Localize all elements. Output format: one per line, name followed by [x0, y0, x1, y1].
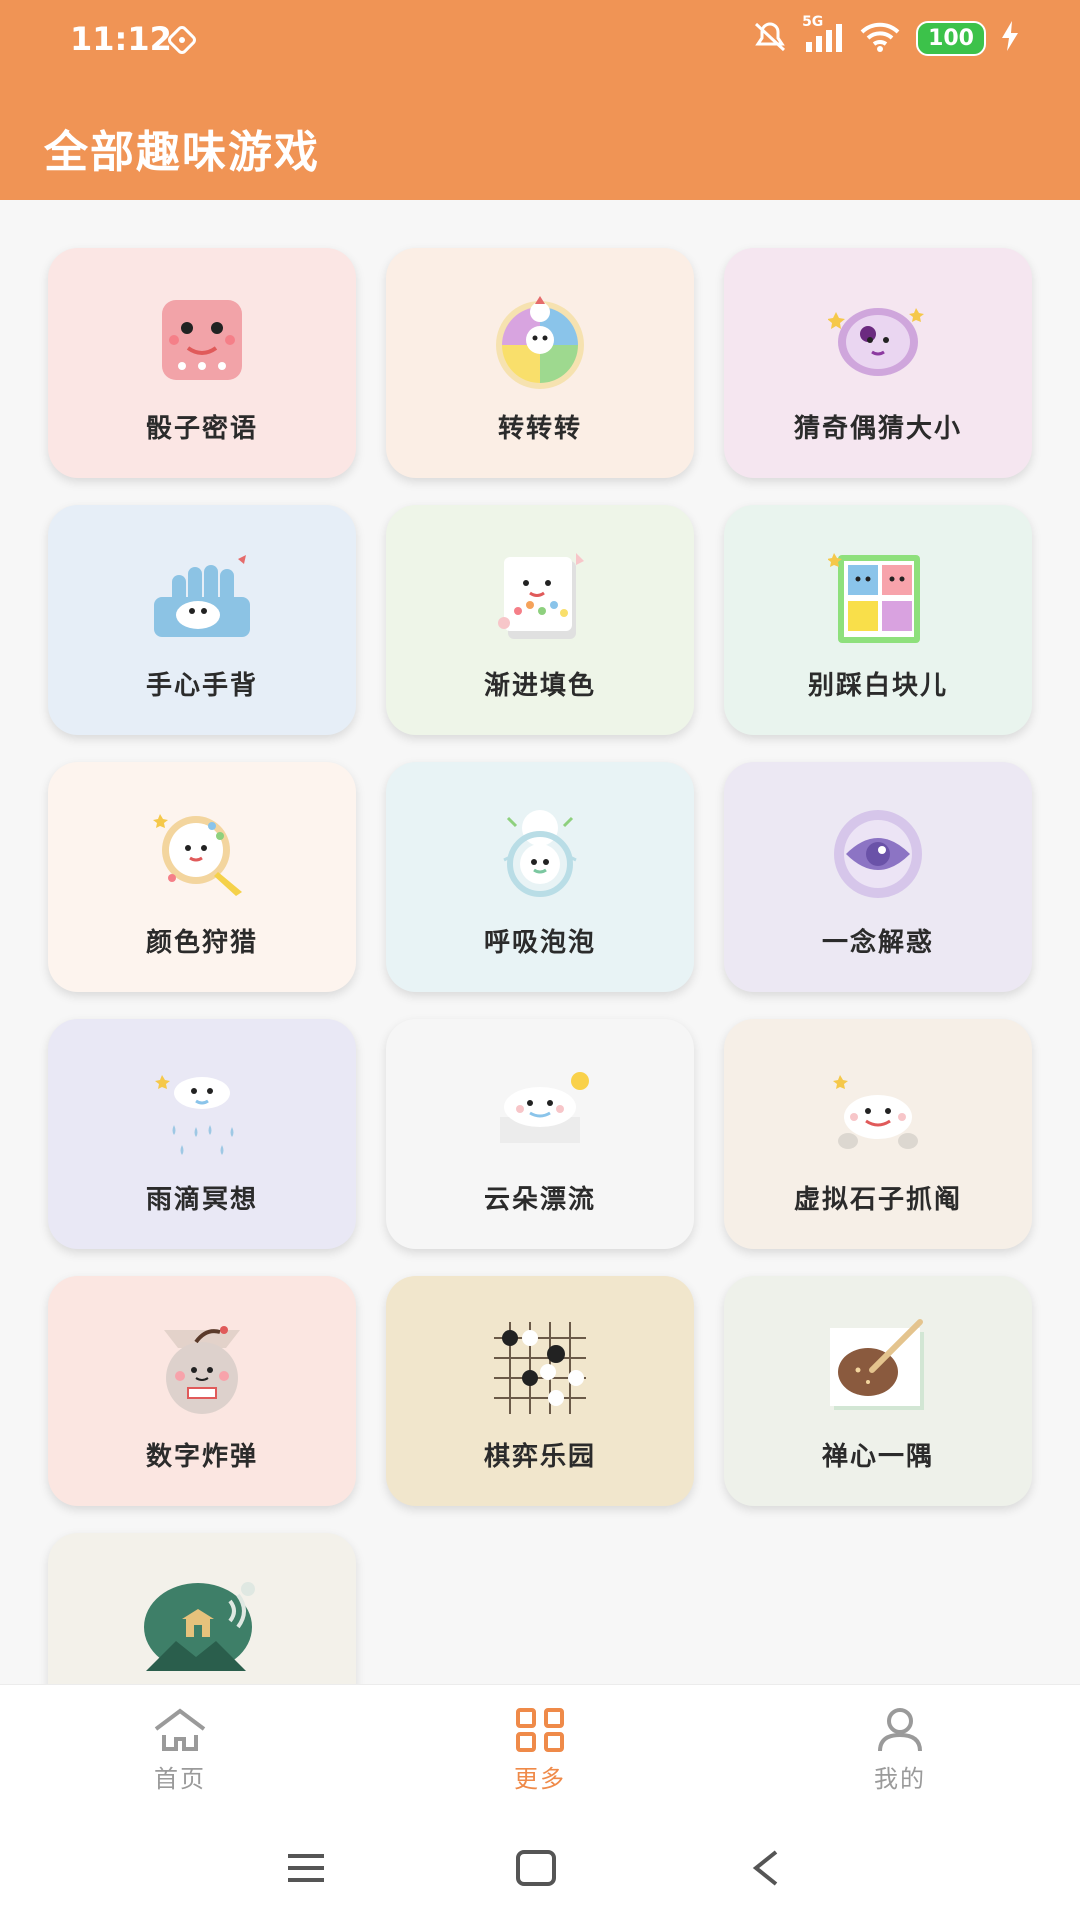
- nav-label: 更多: [514, 1765, 566, 1793]
- game-grid: 骰子密语 转转转 猜奇偶猜大小 手心手背 渐进填色 别踩白块儿 颜色狩猎 呼吸泡…: [0, 200, 1080, 1684]
- bottom-nav: 首页 更多 我的: [0, 1684, 1080, 1815]
- game-card-eye[interactable]: 一念解惑: [724, 762, 1032, 992]
- grid-icon: [516, 1708, 564, 1752]
- game-card-color-fill[interactable]: 渐进填色: [386, 505, 694, 735]
- nav-home[interactable]: 首页: [100, 1707, 260, 1794]
- game-card-hand[interactable]: 手心手背: [48, 505, 356, 735]
- spin-wheel-icon: [490, 290, 590, 390]
- game-label: 别踩白块儿: [807, 671, 948, 701]
- game-card-cloud[interactable]: 云朵漂流: [386, 1019, 694, 1249]
- stone-icon: [828, 1061, 928, 1161]
- bomb-icon: [152, 1318, 252, 1418]
- magnifier-icon: [152, 804, 252, 904]
- notification-icon: [166, 24, 198, 60]
- square-icon: [516, 1850, 556, 1886]
- nav-profile[interactable]: 我的: [820, 1707, 980, 1794]
- back-icon: [752, 1850, 778, 1886]
- game-label: 骰子密语: [145, 414, 258, 444]
- game-label: 手心手背: [145, 671, 258, 701]
- menu-button[interactable]: [266, 1844, 346, 1894]
- hand-icon: [152, 547, 252, 647]
- game-label: 一念解惑: [821, 928, 934, 958]
- mute-icon: [750, 20, 790, 56]
- game-card-magnifier[interactable]: 颜色狩猎: [48, 762, 356, 992]
- game-label: 数字炸弹: [145, 1442, 258, 1472]
- game-label: 禅心一隅: [821, 1442, 934, 1472]
- game-label: 呼吸泡泡: [483, 928, 596, 958]
- wifi-icon: [858, 20, 902, 56]
- game-card-chess[interactable]: 棋弈乐园: [386, 1276, 694, 1506]
- game-card-spin-wheel[interactable]: 转转转: [386, 248, 694, 478]
- game-card-zen[interactable]: 禅心一隅: [724, 1276, 1032, 1506]
- home-icon: [154, 1708, 206, 1751]
- game-card-dice[interactable]: 骰子密语: [48, 248, 356, 478]
- game-label: 渐进填色: [483, 671, 596, 701]
- game-card-bubble[interactable]: 呼吸泡泡: [386, 762, 694, 992]
- home-button[interactable]: [496, 1844, 576, 1894]
- raindrop-icon: [152, 1061, 252, 1161]
- game-card-raindrop[interactable]: 雨滴冥想: [48, 1019, 356, 1249]
- game-label: 猜奇偶猜大小: [793, 414, 962, 444]
- profile-icon: [878, 1708, 922, 1752]
- signal-icon: 5G: [802, 14, 844, 54]
- status-time: 11:12: [70, 20, 172, 58]
- dice-icon: [152, 290, 252, 390]
- charging-icon: [1000, 21, 1020, 55]
- chess-board-icon: [490, 1318, 590, 1418]
- back-button[interactable]: [726, 1844, 806, 1894]
- color-fill-icon: [490, 547, 590, 647]
- game-label: 虚拟石子抓阄: [793, 1185, 962, 1215]
- game-label: 转转转: [497, 414, 582, 444]
- bubble-icon: [490, 804, 590, 904]
- game-card-stone[interactable]: 虚拟石子抓阄: [724, 1019, 1032, 1249]
- app-header: 全部趣味游戏: [0, 80, 1080, 200]
- network-type: 5G: [802, 14, 824, 30]
- status-indicators: 5G 100: [750, 14, 1020, 56]
- nav-label: 首页: [154, 1765, 206, 1793]
- game-card-odd-even[interactable]: 猜奇偶猜大小: [724, 248, 1032, 478]
- battery-indicator: 100: [916, 20, 986, 56]
- game-label: 雨滴冥想: [145, 1185, 258, 1215]
- status-bar: 11:12 5G 100: [0, 0, 1080, 80]
- temple-bubble-icon: [144, 1575, 255, 1675]
- cloud-icon: [490, 1061, 590, 1161]
- system-nav-bar: [0, 1814, 1080, 1920]
- nav-label: 我的: [874, 1765, 926, 1793]
- nav-more[interactable]: 更多: [460, 1707, 620, 1794]
- game-card-bomb[interactable]: 数字炸弹: [48, 1276, 356, 1506]
- game-label: 颜色狩猎: [145, 928, 258, 958]
- tiles-icon: [827, 547, 928, 647]
- game-card-temple[interactable]: [48, 1533, 356, 1684]
- game-card-tiles[interactable]: 别踩白块儿: [724, 505, 1032, 735]
- zen-icon: [828, 1318, 928, 1418]
- game-label: 棋弈乐园: [483, 1442, 596, 1472]
- menu-icon: [288, 1854, 324, 1882]
- game-label: 云朵漂流: [483, 1185, 596, 1215]
- odd-even-icon: [827, 290, 928, 390]
- page-title: 全部趣味游戏: [44, 127, 320, 178]
- eye-icon: [828, 804, 928, 904]
